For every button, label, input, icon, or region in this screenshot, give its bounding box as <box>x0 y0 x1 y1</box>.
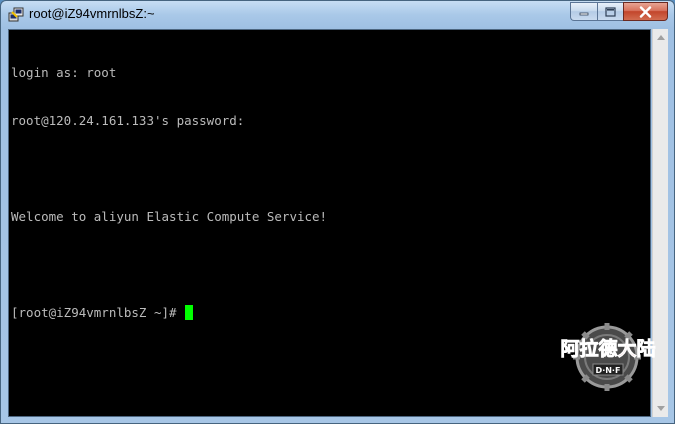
putty-window: root@iZ94vmrnlbsZ:~ login as: root root@… <box>0 0 675 424</box>
prompt-line: [root@iZ94vmrnlbsZ ~]# <box>11 305 327 321</box>
terminal-line: login as: root <box>11 65 117 80</box>
maximize-icon <box>605 6 616 17</box>
terminal-output: login as: root root@120.24.161.133's pas… <box>11 33 327 353</box>
close-button[interactable] <box>623 2 668 21</box>
window-controls <box>570 2 668 21</box>
close-icon <box>639 5 652 18</box>
terminal-cursor <box>184 305 193 320</box>
minimize-icon <box>579 12 589 15</box>
dnf-watermark-logo: 阿拉德大陆 D·N·F <box>560 323 656 391</box>
chevron-up-icon <box>657 35 665 40</box>
maximize-button[interactable] <box>597 2 623 21</box>
title-bar[interactable]: root@iZ94vmrnlbsZ:~ <box>1 1 674 28</box>
scroll-down-button[interactable] <box>653 400 669 417</box>
scroll-up-button[interactable] <box>653 29 669 46</box>
terminal-line: Welcome to aliyun Elastic Compute Servic… <box>11 209 328 224</box>
svg-text:D·N·F: D·N·F <box>596 366 621 375</box>
svg-text:阿拉德大陆: 阿拉德大陆 <box>560 337 655 360</box>
minimize-button[interactable] <box>570 2 597 21</box>
chevron-down-icon <box>657 406 665 411</box>
putty-icon[interactable] <box>8 7 24 23</box>
terminal-line: root@120.24.161.133's password: <box>11 113 245 128</box>
shell-prompt: [root@iZ94vmrnlbsZ ~]# <box>11 305 177 320</box>
window-title: root@iZ94vmrnlbsZ:~ <box>29 6 155 21</box>
